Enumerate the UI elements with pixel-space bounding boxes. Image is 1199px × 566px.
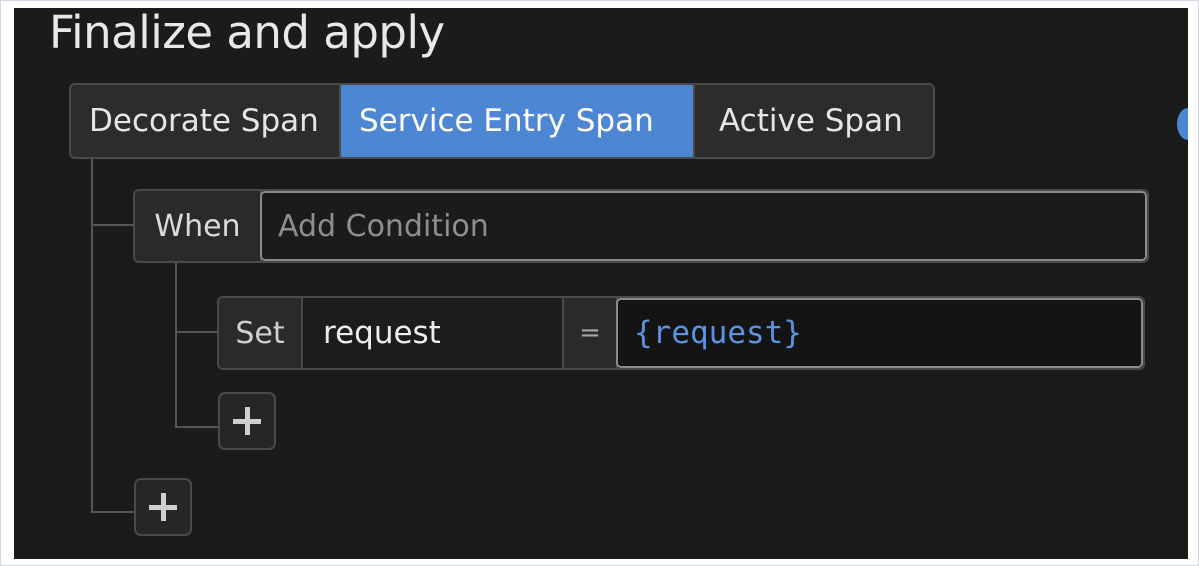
tab-service-entry-span[interactable]: Service Entry Span [341, 85, 695, 157]
window-frame: Finalize and apply Decorate Span Service… [0, 0, 1199, 566]
tree-line-inner-vertical [175, 263, 177, 427]
tab-active-span[interactable]: Active Span [695, 85, 933, 157]
tree-line-set [175, 331, 217, 333]
add-rule-button[interactable] [134, 478, 192, 536]
tree-line-condition [91, 224, 133, 226]
side-indicator[interactable] [1177, 108, 1188, 140]
when-label: When [135, 191, 262, 261]
tree-line-inner-add [175, 426, 218, 428]
page-title: Finalize and apply [49, 8, 445, 59]
set-value-field[interactable]: {request} [616, 298, 1143, 368]
tree-line-outer-add [91, 511, 134, 513]
set-label: Set [219, 298, 303, 368]
set-action-row: Set request = {request} [217, 296, 1145, 370]
tree-line-outer-vertical [91, 158, 93, 512]
set-key-field[interactable]: request [303, 298, 564, 368]
tab-decorate-span[interactable]: Decorate Span [71, 85, 341, 157]
span-type-tabs: Decorate Span Service Entry Span Active … [69, 83, 935, 159]
add-action-button[interactable] [218, 392, 276, 450]
finalize-panel: Finalize and apply Decorate Span Service… [14, 8, 1188, 559]
equals-operator: = [564, 298, 618, 368]
add-condition-input[interactable]: Add Condition [260, 191, 1147, 261]
condition-row: When Add Condition [133, 189, 1149, 263]
